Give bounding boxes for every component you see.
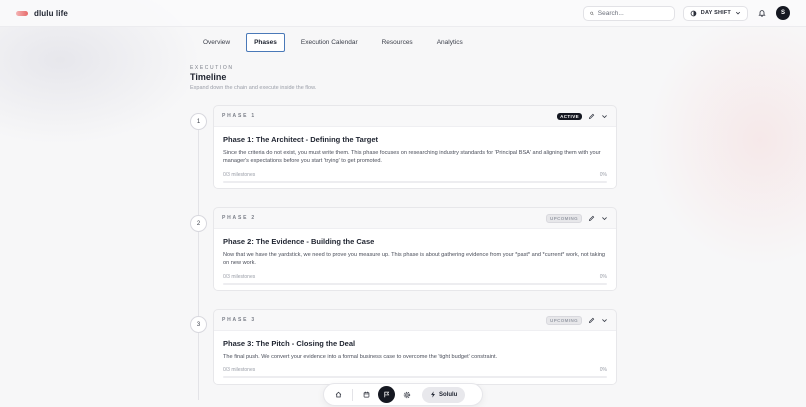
user-avatar[interactable]: S	[776, 6, 790, 20]
pencil-icon	[588, 113, 595, 119]
pencil-icon	[588, 215, 595, 221]
phase-card[interactable]: PHASE 2 UPCOMING Phase 2: The Evidence -…	[213, 207, 617, 291]
pencil-icon	[588, 317, 595, 323]
tab-phases[interactable]: Phases	[246, 33, 285, 52]
expand-toggle[interactable]	[601, 215, 608, 222]
gear-icon	[403, 391, 410, 398]
progress-bar	[223, 376, 607, 379]
dock-settings-button[interactable]	[398, 386, 415, 403]
chevron-down-icon	[735, 11, 741, 15]
shift-label: DAY SHIFT	[700, 10, 731, 16]
tab-bar: Overview Phases Execution Calendar Resou…	[195, 33, 471, 52]
solulu-button[interactable]: Solulu	[422, 386, 466, 403]
tab-execution-calendar[interactable]: Execution Calendar	[293, 33, 366, 52]
dock-calendar-button[interactable]	[358, 386, 375, 403]
progress-percent: 0%	[599, 367, 607, 374]
top-bar: dlulu life DAY SHIFT S	[0, 0, 806, 27]
page-subtitle: Expand down the chain and execute inside…	[190, 85, 317, 91]
milestones-count: 0/3 milestones	[223, 171, 256, 178]
status-badge: UPCOMING	[546, 315, 582, 325]
bottom-dock: Solulu	[323, 383, 483, 406]
dock-phases-button[interactable]	[378, 386, 395, 403]
edit-button[interactable]	[588, 215, 595, 222]
timeline-rail	[198, 130, 199, 400]
phase-header[interactable]: PHASE 2 UPCOMING	[214, 208, 616, 228]
solulu-label: Solulu	[439, 391, 458, 398]
calendar-icon	[363, 391, 370, 398]
phase-title: Phase 1: The Architect - Defining the Ta…	[223, 135, 379, 144]
phase-label: PHASE 2	[222, 215, 256, 221]
milestones-count: 0/3 milestones	[223, 273, 256, 280]
search-input[interactable]	[597, 9, 668, 17]
notifications-button[interactable]	[756, 7, 768, 19]
phase-header[interactable]: PHASE 3 UPCOMING	[214, 310, 616, 330]
phase-number-node: 2	[190, 215, 207, 232]
search-icon	[590, 11, 594, 15]
home-icon	[335, 391, 342, 398]
progress-bar	[223, 282, 607, 285]
phase-label: PHASE 1	[222, 113, 256, 119]
phase-title: Phase 2: The Evidence - Building the Cas…	[223, 237, 375, 246]
dock-divider	[352, 388, 353, 401]
progress-percent: 0%	[599, 171, 607, 178]
phase-title: Phase 3: The Pitch - Closing the Deal	[223, 339, 356, 348]
phase-description: The final push. We convert your evidence…	[223, 354, 498, 360]
shift-selector[interactable]: DAY SHIFT	[682, 5, 748, 21]
bell-icon	[758, 10, 766, 17]
chevron-down-icon	[602, 114, 607, 118]
search-box[interactable]	[582, 5, 675, 21]
progress-percent: 0%	[599, 273, 607, 280]
chevron-down-icon	[602, 318, 607, 322]
phase-header[interactable]: PHASE 1 ACTIVE	[214, 106, 616, 126]
phase-number-node: 3	[190, 316, 207, 333]
phase-body: Phase 2: The Evidence - Building the Cas…	[214, 228, 616, 290]
lightning-icon	[431, 391, 435, 398]
phase-card[interactable]: PHASE 1 ACTIVE Phase 1: The Architect - …	[213, 105, 617, 189]
flag-icon	[384, 391, 390, 398]
section-kicker: EXECUTION	[190, 65, 234, 71]
tab-analytics[interactable]: Analytics	[429, 33, 471, 52]
milestones-count: 0/3 milestones	[223, 367, 256, 374]
logo-mark-icon	[16, 10, 28, 16]
phase-number-node: 1	[190, 113, 207, 130]
status-badge: ACTIVE	[557, 112, 582, 120]
tab-resources[interactable]: Resources	[374, 33, 421, 52]
logo[interactable]: dlulu life	[16, 9, 68, 18]
status-badge: UPCOMING	[546, 213, 582, 223]
page-title: Timeline	[190, 72, 227, 82]
phase-body: Phase 3: The Pitch - Closing the Deal Th…	[214, 330, 616, 384]
phase-body: Phase 1: The Architect - Defining the Ta…	[214, 126, 616, 188]
phase-label: PHASE 3	[222, 317, 256, 323]
tab-overview[interactable]: Overview	[195, 33, 238, 52]
progress-bar	[223, 180, 607, 183]
dock-home-button[interactable]	[330, 386, 347, 403]
chevron-down-icon	[602, 216, 607, 220]
edit-button[interactable]	[588, 113, 595, 120]
app-name: dlulu life	[34, 8, 68, 18]
phase-card[interactable]: PHASE 3 UPCOMING Phase 3: The Pitch - Cl…	[213, 309, 617, 385]
expand-toggle[interactable]	[601, 317, 608, 324]
phase-description: Now that we have the yardstick, we need …	[223, 252, 606, 267]
expand-toggle[interactable]	[601, 113, 608, 120]
phase-description: Since the criteria do not exist, you mus…	[223, 150, 601, 165]
shift-icon	[690, 10, 697, 16]
edit-button[interactable]	[588, 317, 595, 324]
